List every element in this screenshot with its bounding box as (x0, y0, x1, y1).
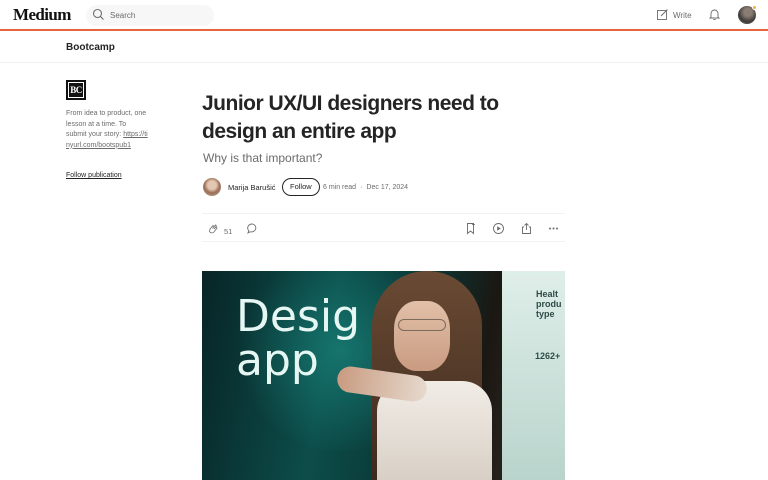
author-name[interactable]: Marija Barušić (228, 183, 276, 192)
article-hero-image: Healt produ type 1262+ Desig app (202, 271, 565, 480)
write-button[interactable]: Write (656, 8, 692, 23)
hero-big-text-line1: Desig (236, 291, 361, 342)
clap-icon (207, 222, 220, 240)
search-box[interactable] (86, 5, 214, 26)
play-icon (492, 222, 505, 240)
medium-logo[interactable]: Medium (13, 5, 71, 25)
publish-date: Dec 17, 2024 (366, 184, 409, 191)
search-input[interactable] (110, 7, 206, 24)
comment-button[interactable] (246, 222, 259, 240)
clap-count: 51 (224, 226, 233, 236)
top-navbar: Medium Write (0, 0, 768, 31)
notifications-button[interactable] (708, 8, 721, 26)
bell-icon (708, 8, 721, 25)
hero-screen-text: Healt produ type (536, 289, 562, 319)
clap-button[interactable]: 51 (207, 222, 232, 240)
more-button[interactable] (547, 222, 560, 240)
more-icon (547, 222, 560, 240)
article-action-bar: 51 (202, 213, 565, 242)
write-label: Write (673, 11, 692, 20)
listen-button[interactable] (492, 222, 505, 240)
hero-person-face (394, 301, 450, 371)
search-icon (92, 8, 105, 26)
save-button[interactable] (464, 222, 477, 240)
notification-dot (752, 5, 757, 10)
publication-logo-text: BC (68, 82, 84, 98)
follow-author-button[interactable]: Follow (282, 178, 320, 196)
hero-screen-number: 1262+ (535, 351, 561, 361)
read-time: 6 min read (323, 184, 357, 191)
share-button[interactable] (520, 222, 533, 240)
bookmark-icon (464, 222, 477, 240)
publication-bar: Bootcamp (0, 31, 768, 63)
follow-publication-link[interactable]: Follow publication (66, 172, 122, 179)
meta-separator: · (360, 184, 363, 191)
article-meta: 6 min read · Dec 17, 2024 (323, 184, 408, 191)
publication-name[interactable]: Bootcamp (66, 42, 115, 53)
article-title: Junior UX/UI designers need to design an… (202, 92, 499, 143)
share-icon (520, 222, 533, 240)
comment-icon (246, 222, 259, 240)
author-avatar[interactable] (203, 178, 221, 196)
publication-logo[interactable]: BC (66, 80, 86, 100)
article-subtitle: Why is that important? (203, 151, 323, 165)
publication-description: From idea to product, one lesson at a ti… (66, 109, 148, 151)
user-avatar[interactable] (738, 5, 757, 24)
byline: Marija Barušić Follow 6 min read · Dec 17,… (203, 178, 563, 196)
write-icon (656, 8, 669, 23)
hero-person-glasses (398, 319, 446, 331)
